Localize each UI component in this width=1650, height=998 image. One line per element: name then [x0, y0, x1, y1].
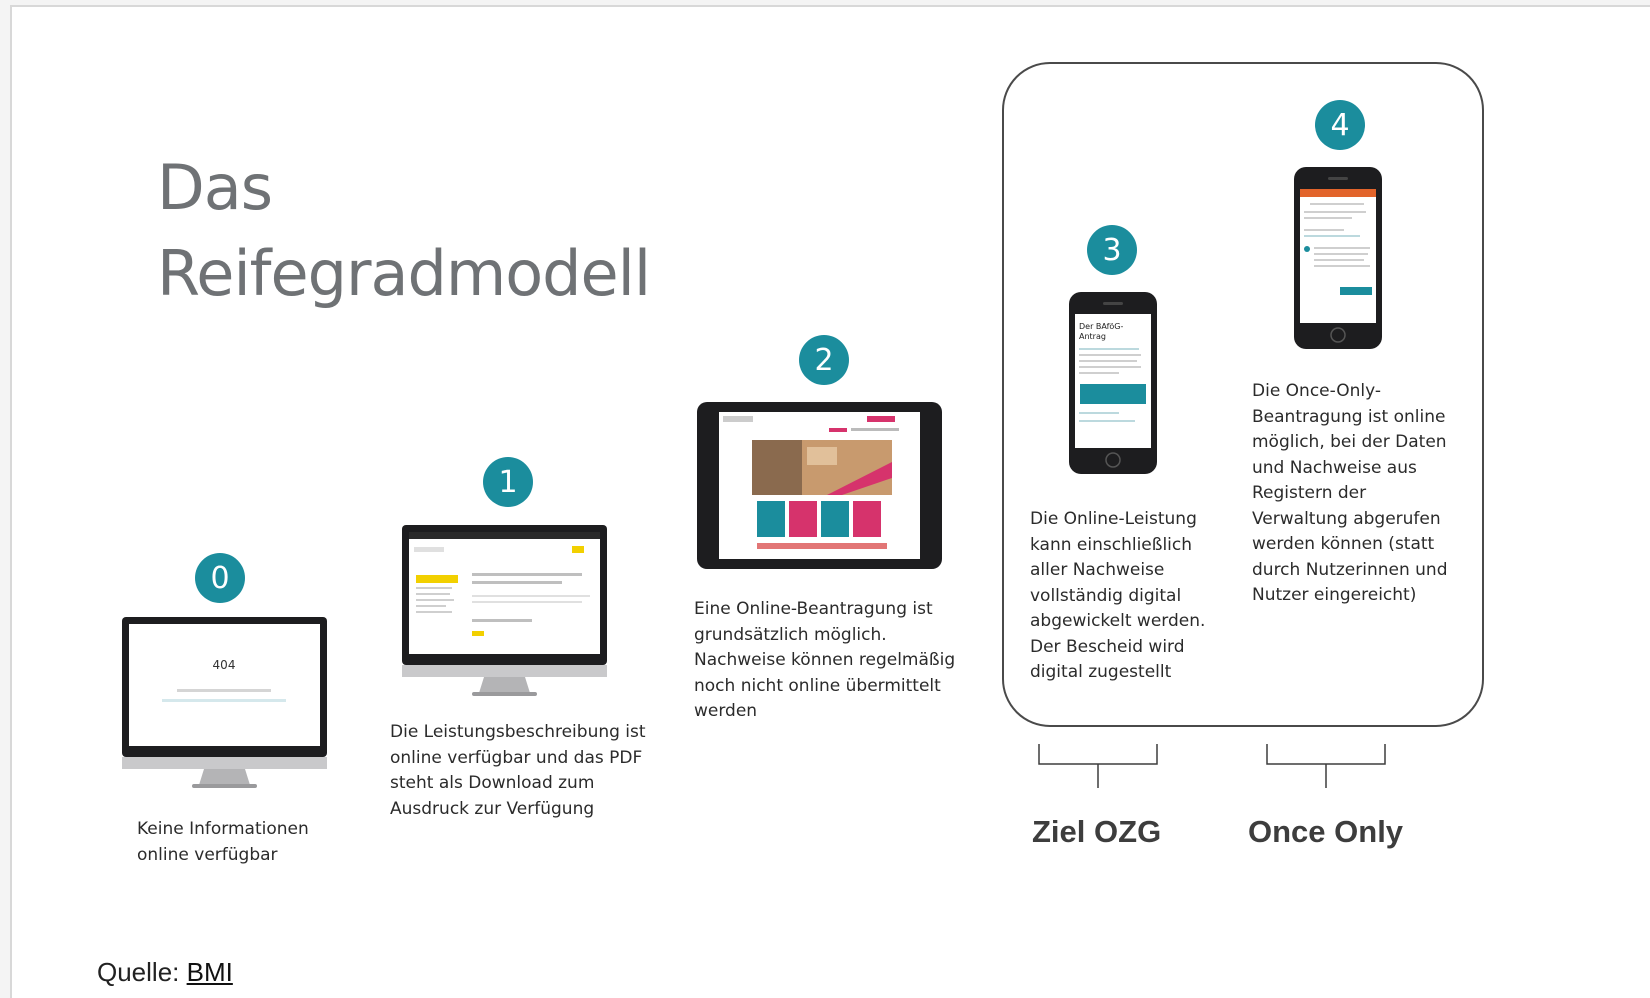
level-0-text-line: Keine Informationen [137, 819, 309, 839]
level-3-badge: 3 [1087, 225, 1137, 275]
level-4-text-line: Nutzer eingereicht) [1252, 585, 1417, 605]
level-3-text-line: Der Bescheid wird [1030, 636, 1185, 657]
level-1-text-line: Die Leistungsbeschreibung ist [390, 722, 646, 742]
level-0-screen-text: 404 [213, 658, 236, 672]
level-4-description: Die Once-Only- Beantragung ist online mö… [1252, 379, 1447, 609]
level-4-text-line: Die Once-Only- [1252, 381, 1382, 401]
level-2-description: Eine Online-Beantragung ist grundsätzlic… [694, 597, 955, 725]
page-title: Das Reifegradmodell [157, 145, 651, 317]
level-0-description: Keine Informationen online verfügbar [137, 817, 309, 868]
level-3-text-line: Die Online-Leistung [1030, 509, 1197, 529]
level-2-tablet-icon [697, 402, 942, 569]
level-4-text-line: Registern der [1252, 483, 1367, 503]
level-0-badge: 0 [195, 553, 245, 603]
source-prefix: Quelle: [97, 957, 187, 987]
level-0-desktop-icon: 404 [122, 617, 327, 788]
level-2-text-line: Nachweise können regelmäßig [694, 650, 956, 670]
level-2-text-line: noch nicht online übermittelt [694, 675, 941, 696]
level-3-screen-title: Der BAföG- [1079, 322, 1124, 331]
source-link[interactable]: BMI [187, 957, 233, 987]
level-2-badge: 2 [799, 335, 849, 385]
level-4-text-line: möglich, bei der Daten [1252, 432, 1447, 452]
level-3-text-line: vollständig digital [1030, 585, 1182, 606]
level-4-text-line: durch Nutzerinnen und [1252, 559, 1448, 580]
title-line-2: Reifegradmodell [157, 237, 651, 310]
level-3-screen-title: Antrag [1079, 332, 1106, 341]
level-1-badge: 1 [483, 457, 533, 507]
level-3-text-line: digital zugestellt [1030, 662, 1172, 682]
level-1-desktop-icon [402, 525, 607, 696]
source-note: Quelle: BMI [97, 957, 233, 988]
level-4-text-line: und Nachweise aus [1252, 457, 1417, 478]
level-2-text-line: werden [694, 701, 758, 721]
level-4-phone-icon [1294, 167, 1382, 349]
level-2-text-line: grundsätzlich möglich. [694, 624, 887, 645]
title-line-1: Das [157, 151, 273, 224]
level-3-description: Die Online-Leistung kann einschließlich … [1030, 507, 1205, 686]
ziel-ozg-label: Ziel OZG [1032, 814, 1162, 849]
level-4-text-line: Verwaltung abgerufen [1252, 508, 1441, 529]
once-only-label: Once Only [1248, 814, 1404, 849]
slide: Das Reifegradmodell 0 404 Keine Informat… [10, 5, 1650, 998]
level-3-text-line: aller Nachweise [1030, 560, 1165, 580]
level-3-text-line: kann einschließlich [1030, 534, 1193, 555]
level-1-text-line: steht als Download zum [390, 773, 595, 793]
level-2-text-line: Eine Online-Beantragung ist [694, 599, 933, 619]
ziel-ozg-brace [1038, 744, 1158, 788]
level-3-phone-icon: Der BAföG- Antrag [1069, 292, 1157, 474]
level-4-text-line: Beantragung ist online [1252, 406, 1446, 427]
level-1-text-line: online verfügbar und das PDF [390, 747, 643, 768]
level-0-text-line: online verfügbar [137, 844, 278, 865]
level-3-text-line: abgewickelt werden. [1030, 611, 1206, 631]
level-4-text-line: werden können (statt [1252, 534, 1435, 554]
level-4-badge: 4 [1315, 100, 1365, 150]
level-1-text-line: Ausdruck zur Verfügung [390, 798, 595, 819]
once-only-brace [1266, 744, 1386, 788]
level-1-description: Die Leistungsbeschreibung ist online ver… [390, 720, 646, 822]
